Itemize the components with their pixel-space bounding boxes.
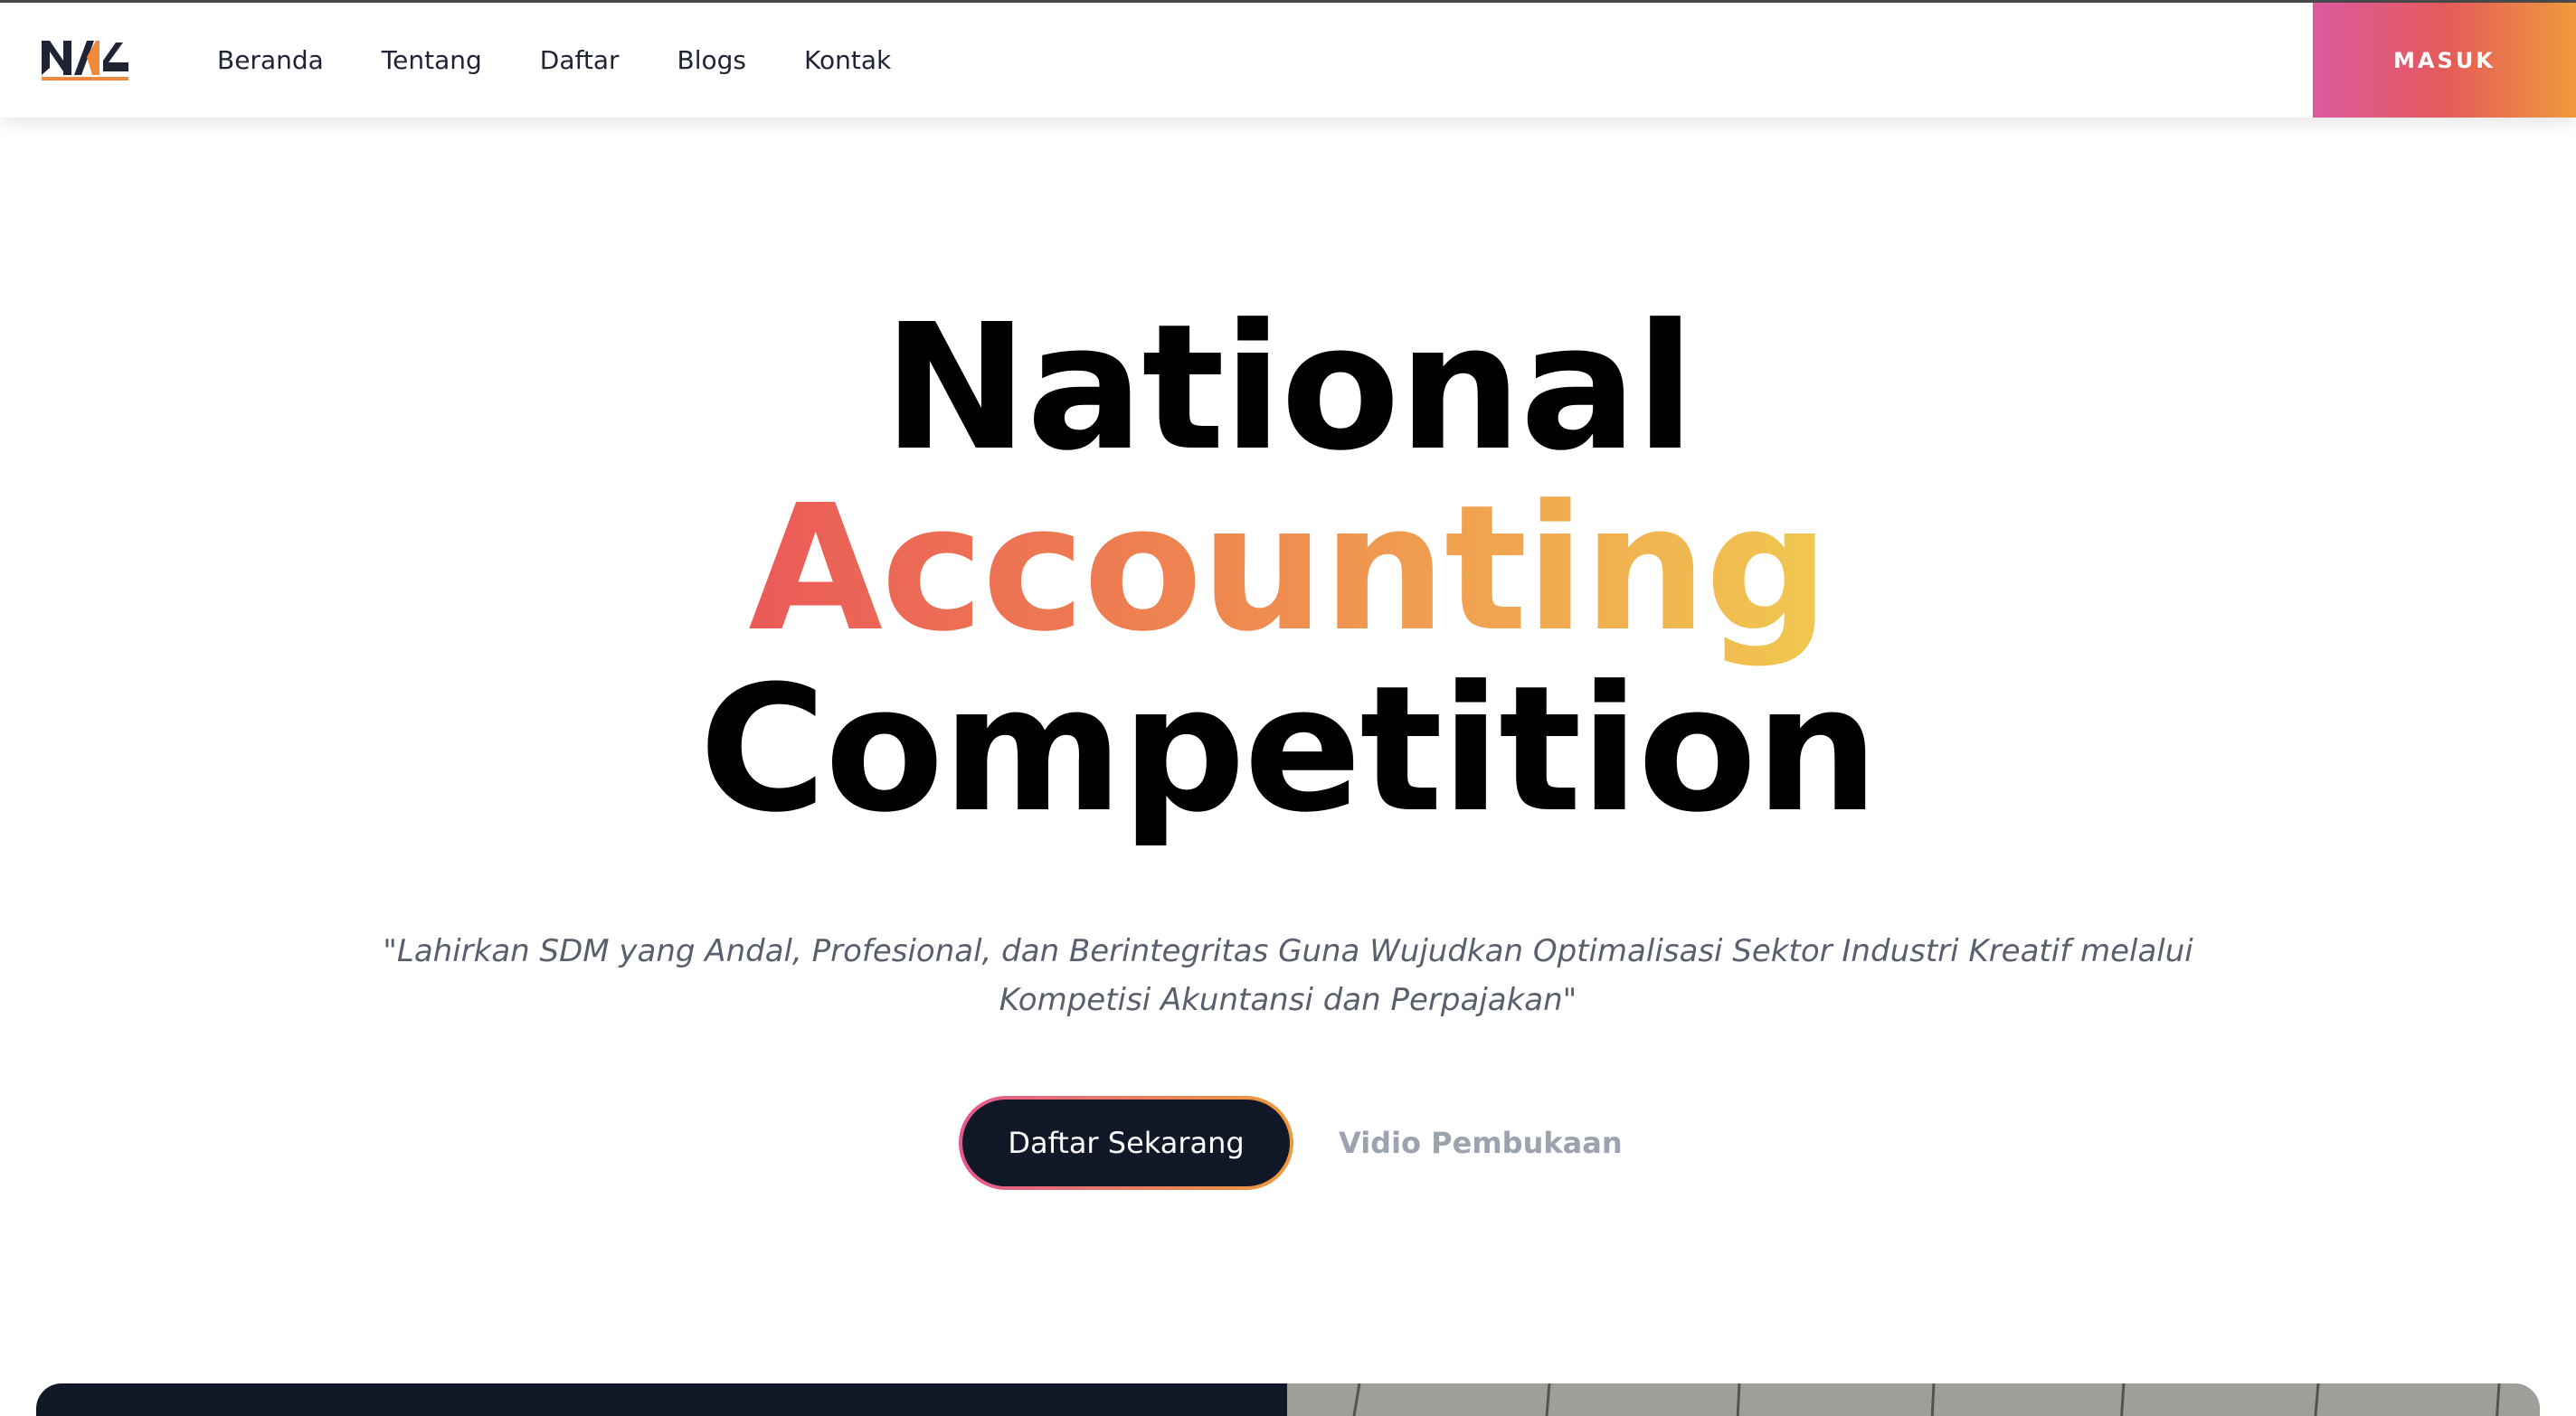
- banner-dark-panel: [36, 1383, 1287, 1416]
- navbar: Beranda Tentang Daftar Blogs Kontak MASU…: [0, 3, 2576, 118]
- nav-link-daftar[interactable]: Daftar: [540, 45, 620, 75]
- hero-title-gradient-word: Accounting: [748, 468, 1829, 670]
- opening-video-link[interactable]: Vidio Pembukaan: [1339, 1126, 1623, 1160]
- nav-link-blogs[interactable]: Blogs: [677, 45, 746, 75]
- nac-logo[interactable]: [40, 35, 134, 86]
- nav-link-beranda[interactable]: Beranda: [217, 45, 324, 75]
- nav-link-tentang[interactable]: Tentang: [382, 45, 482, 75]
- bottom-banner: [36, 1383, 2540, 1416]
- login-button[interactable]: MASUK: [2313, 3, 2576, 118]
- hero-tagline: "Lahirkan SDM yang Andal, Profesional, d…: [383, 933, 2193, 1018]
- main-nav: Beranda Tentang Daftar Blogs Kontak: [217, 3, 891, 118]
- hero-title-line-3: Competition: [698, 649, 1879, 851]
- register-now-label: Daftar Sekarang: [962, 1100, 1290, 1186]
- hero-title: National Accounting Competition: [0, 298, 2576, 841]
- banner-photo-pattern: [1287, 1383, 2540, 1416]
- register-now-button[interactable]: Daftar Sekarang: [959, 1096, 1293, 1190]
- nac-logo-icon: [42, 41, 128, 80]
- banner-photo: [1287, 1383, 2540, 1416]
- nav-link-kontak[interactable]: Kontak: [804, 45, 891, 75]
- hero-title-line-1: National: [883, 288, 1695, 489]
- hero-cta-row: Daftar Sekarang Vidio Pembukaan: [959, 1096, 1623, 1190]
